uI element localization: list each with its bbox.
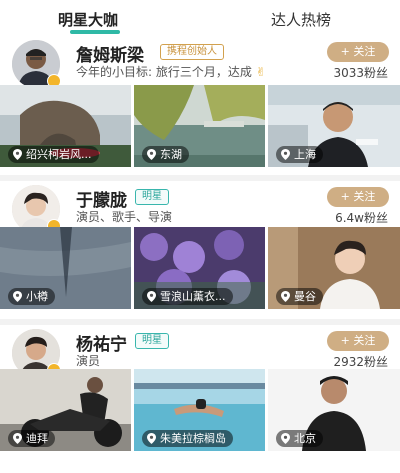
location-tag[interactable]: 东湖 xyxy=(142,146,189,163)
profile-card: 杨祐宁 明星 演员 + 关注 2932粉丝 迪拜 朱美拉棕榈岛 北京 xyxy=(0,325,400,473)
profile-tag: 明星 xyxy=(135,189,169,205)
location-tag[interactable]: 迪拜 xyxy=(8,430,55,447)
profile-tag: 明星 xyxy=(135,333,169,349)
travel-photo[interactable]: 朱美拉棕榈岛 xyxy=(134,369,265,451)
location-pin-icon xyxy=(147,149,156,160)
fans-count: 2932粉丝 xyxy=(333,355,388,369)
location-label: 朱美拉棕榈岛 xyxy=(160,432,226,445)
fans-count: 3033粉丝 xyxy=(333,66,388,80)
follow-button[interactable]: + 关注 xyxy=(327,42,389,62)
location-label: 绍兴柯岩风... xyxy=(26,148,92,161)
tab-talent-ranking[interactable]: 达人热榜 xyxy=(271,9,331,30)
location-tag[interactable]: 曼谷 xyxy=(276,288,323,305)
location-pin-icon xyxy=(13,433,22,444)
location-pin-icon xyxy=(13,291,22,302)
location-label: 上海 xyxy=(294,148,316,161)
travel-photo[interactable]: 上海 xyxy=(268,85,400,167)
top-tab-bar: 明星大咖 达人热榜 xyxy=(0,0,400,36)
profile-description: 演员 xyxy=(76,354,101,368)
location-label: 迪拜 xyxy=(26,432,48,445)
location-tag[interactable]: 北京 xyxy=(276,430,323,447)
location-label: 北京 xyxy=(294,432,316,445)
photo-strip: 小樽 雪浪山薰衣... 曼谷 xyxy=(0,227,400,309)
follow-button[interactable]: + 关注 xyxy=(327,331,389,351)
travel-photo[interactable]: 迪拜 xyxy=(0,369,131,451)
follow-button[interactable]: + 关注 xyxy=(327,187,389,207)
travel-photo[interactable]: 雪浪山薰衣... xyxy=(134,227,265,309)
travel-photo[interactable]: 曼谷 xyxy=(268,227,400,309)
location-tag[interactable]: 朱美拉棕榈岛 xyxy=(142,430,233,447)
travel-photo[interactable]: 东湖 xyxy=(134,85,265,167)
profile-card: 于朦胧 明星 演员、歌手、导演 + 关注 6.4w粉丝 小樽 雪浪山薰衣... … xyxy=(0,181,400,325)
location-tag[interactable]: 小樽 xyxy=(8,288,55,305)
fans-count: 6.4w粉丝 xyxy=(335,211,388,225)
travel-photo[interactable]: 小樽 xyxy=(0,227,131,309)
location-label: 东湖 xyxy=(160,148,182,161)
location-pin-icon xyxy=(281,149,290,160)
victory-hand-emoji: ✌ xyxy=(255,65,266,79)
location-label: 曼谷 xyxy=(294,290,316,303)
profile-description: 演员、歌手、导演 xyxy=(76,210,173,224)
location-pin-icon xyxy=(147,291,156,302)
travel-photo[interactable]: 绍兴柯岩风... xyxy=(0,85,131,167)
location-label: 雪浪山薰衣... xyxy=(160,290,226,303)
location-pin-icon xyxy=(281,433,290,444)
location-pin-icon xyxy=(13,149,22,160)
active-tab-indicator xyxy=(70,30,120,34)
location-tag[interactable]: 雪浪山薰衣... xyxy=(142,288,233,305)
photo-strip: 绍兴柯岩风... 东湖 上海 xyxy=(0,85,400,167)
location-tag[interactable]: 绍兴柯岩风... xyxy=(8,146,99,163)
photo-strip: 迪拜 朱美拉棕榈岛 北京 xyxy=(0,369,400,451)
location-pin-icon xyxy=(281,291,290,302)
profile-description: 今年的小目标: 旅行三个月，达成 ✌ xyxy=(76,65,266,79)
location-pin-icon xyxy=(147,433,156,444)
location-label: 小樽 xyxy=(26,290,48,303)
tab-star-celebrities[interactable]: 明星大咖 xyxy=(58,9,118,30)
profile-tag: 携程创始人 xyxy=(160,44,224,60)
profile-card: 詹姆斯梁 携程创始人 今年的小目标: 旅行三个月，达成 ✌ + 关注 3033粉… xyxy=(0,36,400,181)
travel-photo[interactable]: 北京 xyxy=(268,369,400,451)
location-tag[interactable]: 上海 xyxy=(276,146,323,163)
